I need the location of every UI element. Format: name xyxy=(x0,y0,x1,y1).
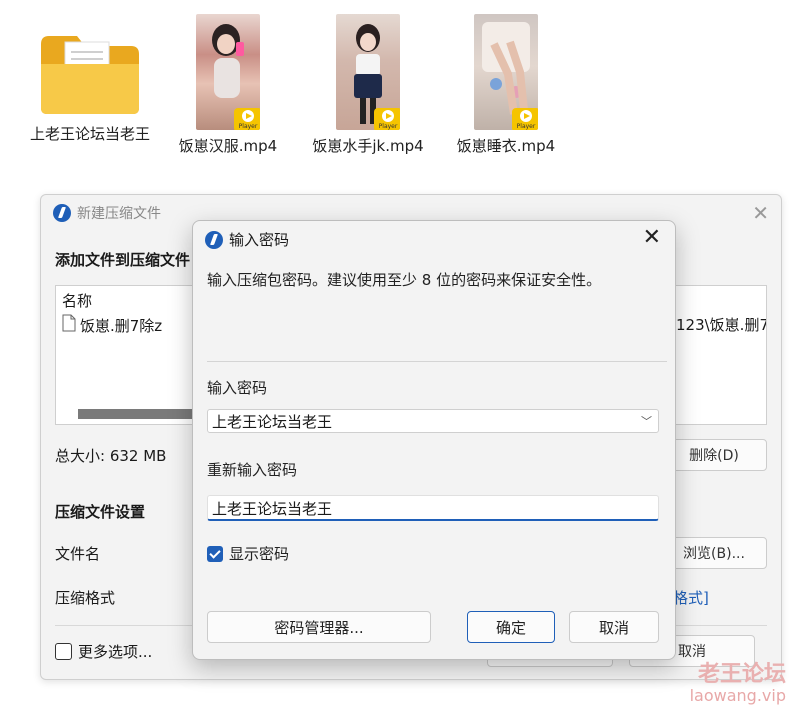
watermark-url: laowang.vip xyxy=(689,686,786,705)
password-dialog: 输入密码 ✕ 输入压缩包密码。建议使用至少 8 位的密码来保证安全性。 输入密码… xyxy=(192,220,676,660)
watermark-logo: 老王论坛 xyxy=(697,662,786,687)
dialog-title: 输入密码 xyxy=(205,229,289,250)
file-path: 123\饭崽.删7[ xyxy=(676,316,766,334)
reenter-label: 重新输入密码 xyxy=(207,461,298,479)
bandizip-icon xyxy=(53,204,71,222)
more-options-checkbox[interactable]: 更多选项... xyxy=(55,641,152,662)
video-thumbnail: Player xyxy=(336,14,400,130)
format-label: 压缩格式 xyxy=(55,589,116,607)
folder-item[interactable]: 上老王论坛当老王 xyxy=(30,14,150,145)
settings-heading: 压缩文件设置 xyxy=(55,503,146,521)
ok-button[interactable]: 确定 xyxy=(467,611,555,643)
file-name: 饭崽汉服.mp4 xyxy=(178,137,278,155)
play-icon xyxy=(382,110,394,122)
show-password-checkbox[interactable]: 显示密码 xyxy=(207,543,289,564)
player-badge: Player xyxy=(374,108,400,130)
folder-icon xyxy=(35,28,145,118)
cancel-button[interactable]: 取消 xyxy=(569,611,659,643)
list-item[interactable]: 饭崽.删7除z xyxy=(62,314,162,336)
video-item[interactable]: Player 饭崽汉服.mp4 xyxy=(168,14,288,157)
player-badge: Player xyxy=(512,108,538,130)
filename-label: 文件名 xyxy=(55,545,101,563)
video-item[interactable]: Player 饭崽睡衣.mp4 xyxy=(446,14,566,157)
total-size: 总大小: 632 MB xyxy=(55,447,167,465)
bandizip-icon xyxy=(205,230,223,249)
video-item[interactable]: Player 饭崽水手jk.mp4 xyxy=(308,14,428,157)
checkbox-checked[interactable] xyxy=(207,545,223,562)
dialog-description: 输入压缩包密码。建议使用至少 8 位的密码来保证安全性。 xyxy=(207,271,602,289)
divider xyxy=(207,361,667,362)
file-name: 饭崽水手jk.mp4 xyxy=(312,137,424,155)
dialog-title: 新建压缩文件 xyxy=(53,203,161,223)
file-icon xyxy=(62,314,76,336)
file-name: 饭崽睡衣.mp4 xyxy=(456,137,556,155)
reenter-password-input[interactable]: 上老王论坛当老王 xyxy=(207,495,659,521)
close-icon[interactable]: ✕ xyxy=(752,201,769,225)
password-combobox[interactable]: 上老王论坛当老王 ﹀ xyxy=(207,409,659,433)
format-link[interactable]: 格式] xyxy=(673,587,709,608)
column-header-name[interactable]: 名称 xyxy=(62,290,92,311)
play-icon xyxy=(520,110,532,122)
password-label: 输入密码 xyxy=(207,379,268,397)
chevron-down-icon[interactable]: ﹀ xyxy=(641,410,652,434)
password-manager-button[interactable]: 密码管理器... xyxy=(207,611,431,643)
player-badge: Player xyxy=(234,108,260,130)
video-thumbnail: Player xyxy=(474,14,538,130)
close-icon[interactable]: ✕ xyxy=(643,225,661,250)
file-name: 上老王论坛当老王 xyxy=(30,125,151,143)
video-thumbnail: Player xyxy=(196,14,260,130)
browse-button[interactable]: 浏览(B)... xyxy=(661,537,767,569)
delete-button[interactable]: 删除(D) xyxy=(661,439,767,471)
play-icon xyxy=(242,110,254,122)
checkbox-box[interactable] xyxy=(55,643,72,660)
section-heading: 添加文件到压缩文件 xyxy=(55,251,191,269)
